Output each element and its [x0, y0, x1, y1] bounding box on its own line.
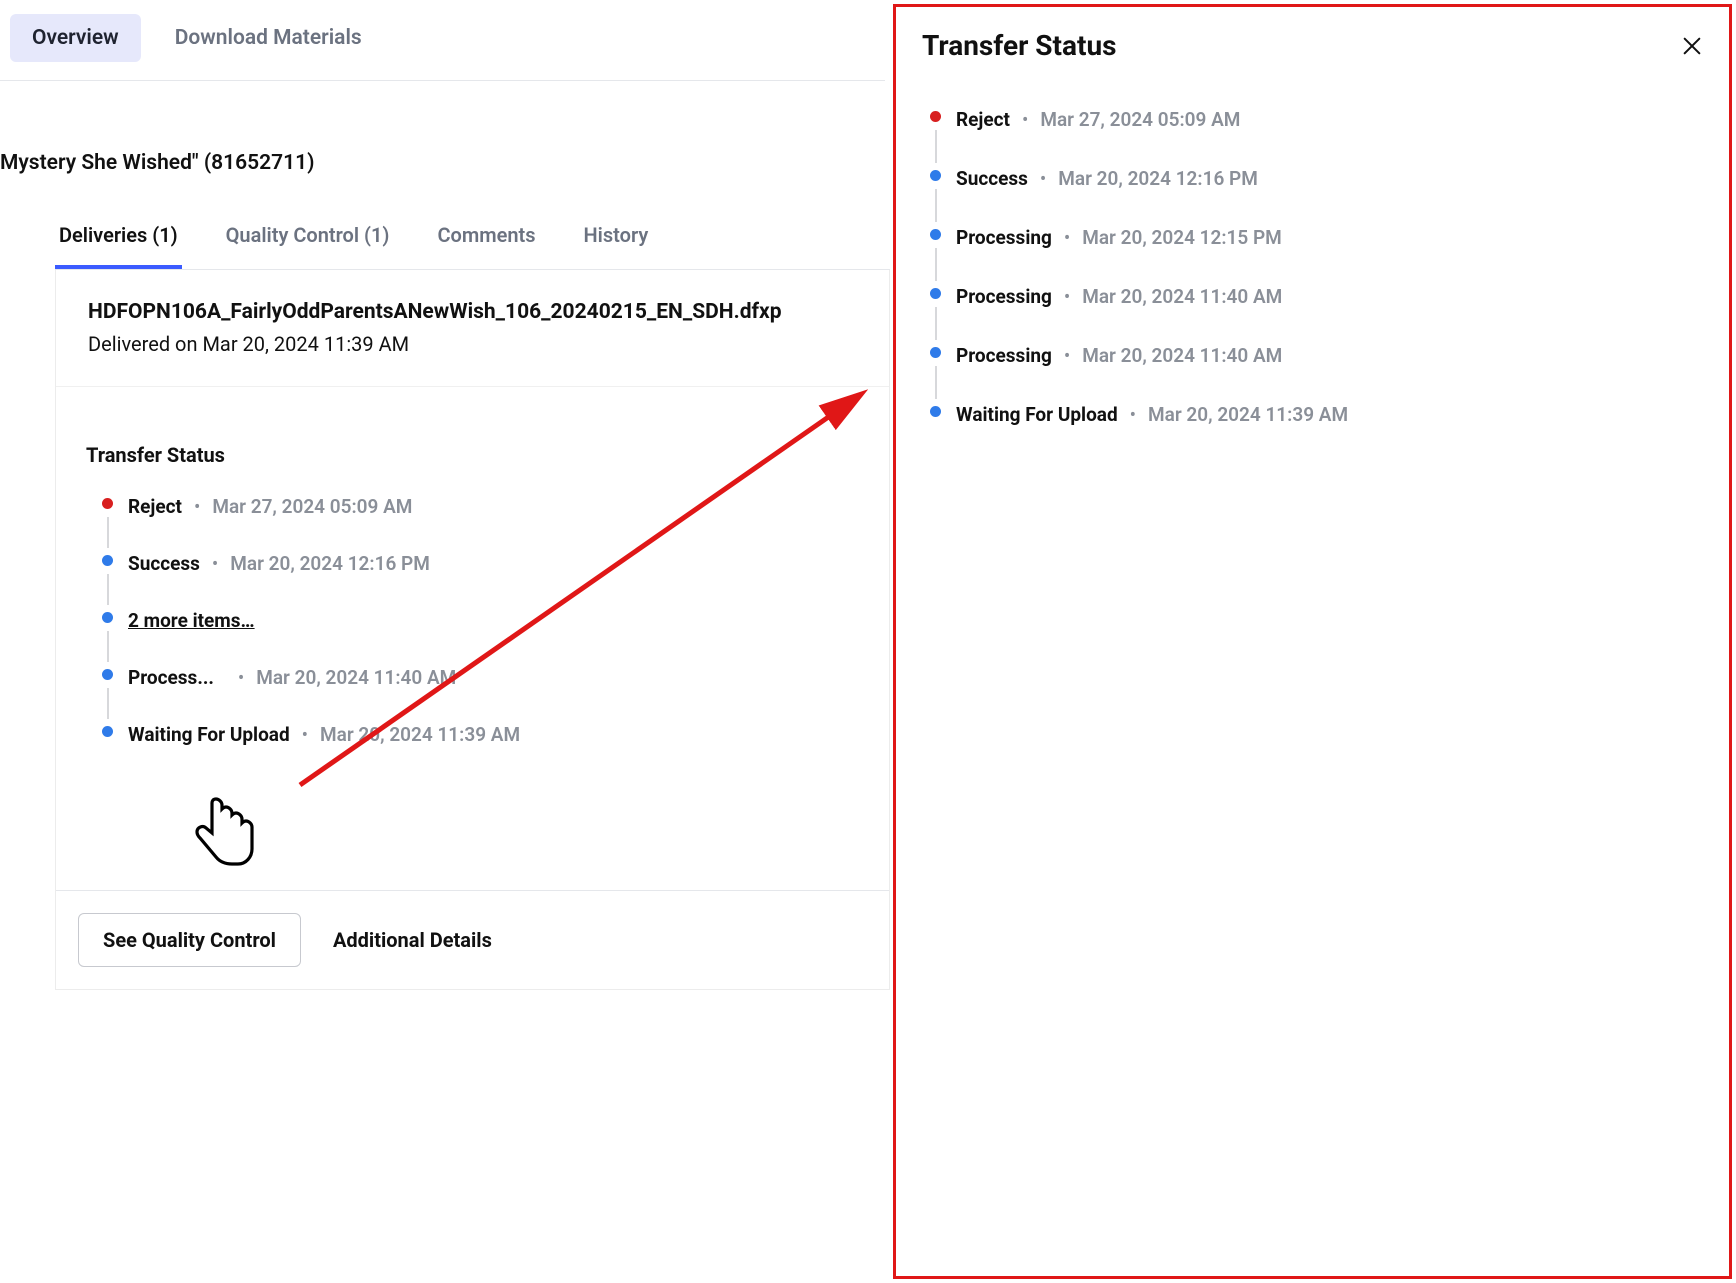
timeline-date: Mar 20, 2024 11:39 AM [320, 723, 520, 746]
top-nav: Overview Download Materials [0, 0, 885, 81]
delivery-file-name: HDFOPN106A_FairlyOddParentsANewWish_106_… [88, 300, 889, 324]
timeline-date: Mar 20, 2024 11:40 AM [1082, 344, 1282, 367]
delivery-card-header: HDFOPN106A_FairlyOddParentsANewWish_106_… [56, 270, 889, 387]
timeline-label: Reject [956, 108, 1010, 131]
separator-dot-icon: • [186, 495, 208, 518]
see-quality-control-button[interactable]: See Quality Control [78, 913, 301, 967]
tab-quality-control[interactable]: Quality Control (1) [222, 205, 394, 269]
timeline-item-processing: Processing • Mar 20, 2024 12:15 PM [924, 226, 1703, 285]
timeline-date: Mar 20, 2024 12:16 PM [1058, 167, 1258, 190]
tab-history[interactable]: History [580, 205, 653, 269]
transfer-status-section: Transfer Status Reject • Mar 27, 2024 05… [56, 387, 889, 790]
tab-comments[interactable]: Comments [433, 205, 539, 269]
timeline-label: Waiting For Upload [956, 403, 1118, 426]
timeline-item-waiting-upload: Waiting For Upload • Mar 20, 2024 11:39 … [924, 403, 1703, 462]
card-actions: See Quality Control Additional Details [56, 890, 889, 989]
timeline-item-waiting-upload: Waiting For Upload • Mar 20, 2024 11:39 … [96, 723, 889, 780]
timeline-date: Mar 20, 2024 11:40 AM [256, 666, 456, 689]
transfer-status-timeline-full: Reject • Mar 27, 2024 05:09 AM Success •… [922, 108, 1703, 462]
close-button[interactable] [1681, 35, 1703, 57]
timeline-label: Success [956, 167, 1028, 190]
separator-dot-icon: • [204, 552, 226, 575]
transfer-status-timeline-compact: Reject • Mar 27, 2024 05:09 AM Success •… [96, 495, 889, 780]
timeline-date: Mar 20, 2024 11:40 AM [1082, 285, 1282, 308]
separator-dot-icon: • [218, 666, 252, 689]
timeline-date: Mar 27, 2024 05:09 AM [212, 495, 412, 518]
separator-dot-icon: • [1056, 344, 1078, 367]
delivery-card: HDFOPN106A_FairlyOddParentsANewWish_106_… [55, 270, 890, 990]
tab-deliveries[interactable]: Deliveries (1) [55, 205, 182, 269]
timeline-date: Mar 27, 2024 05:09 AM [1040, 108, 1240, 131]
tab-overview[interactable]: Overview [10, 14, 141, 62]
timeline-label: Process... [128, 666, 214, 689]
separator-dot-icon: • [1032, 167, 1054, 190]
card-tabs: Deliveries (1) Quality Control (1) Comme… [55, 205, 890, 270]
timeline-date: Mar 20, 2024 12:15 PM [1082, 226, 1282, 249]
separator-dot-icon: • [294, 723, 316, 746]
timeline-label: Reject [128, 495, 182, 518]
timeline-item-reject: Reject • Mar 27, 2024 05:09 AM [96, 495, 889, 552]
separator-dot-icon: • [1122, 403, 1144, 426]
timeline-label: Processing [956, 344, 1052, 367]
tab-download-materials[interactable]: Download Materials [153, 14, 384, 62]
timeline-item-more-link: 2 more items… [96, 609, 889, 666]
additional-details-link[interactable]: Additional Details [333, 928, 492, 952]
timeline-date: Mar 20, 2024 12:16 PM [230, 552, 430, 575]
delivery-card-outer: Deliveries (1) Quality Control (1) Comme… [0, 175, 890, 990]
transfer-status-side-panel: Transfer Status Reject • Mar 27, 2024 05… [893, 4, 1732, 1279]
timeline-item-success: Success • Mar 20, 2024 12:16 PM [924, 167, 1703, 226]
side-panel-header: Transfer Status [922, 29, 1703, 62]
timeline-label: Processing [956, 226, 1052, 249]
timeline-item-processing: Process... • Mar 20, 2024 11:40 AM [96, 666, 889, 723]
timeline-item-processing: Processing • Mar 20, 2024 11:40 AM [924, 285, 1703, 344]
separator-dot-icon: • [1056, 285, 1078, 308]
timeline-item-reject: Reject • Mar 27, 2024 05:09 AM [924, 108, 1703, 167]
separator-dot-icon: • [1014, 108, 1036, 131]
timeline-label: Processing [956, 285, 1052, 308]
transfer-status-heading: Transfer Status [86, 443, 889, 467]
timeline-label: Success [128, 552, 200, 575]
side-panel-title: Transfer Status [922, 29, 1117, 62]
delivery-timestamp: Delivered on Mar 20, 2024 11:39 AM [88, 332, 889, 356]
separator-dot-icon: • [1056, 226, 1078, 249]
timeline-label: Waiting For Upload [128, 723, 290, 746]
timeline-item-processing: Processing • Mar 20, 2024 11:40 AM [924, 344, 1703, 403]
more-items-link[interactable]: 2 more items… [128, 609, 255, 632]
timeline-date: Mar 20, 2024 11:39 AM [1148, 403, 1348, 426]
timeline-item-success: Success • Mar 20, 2024 12:16 PM [96, 552, 889, 609]
